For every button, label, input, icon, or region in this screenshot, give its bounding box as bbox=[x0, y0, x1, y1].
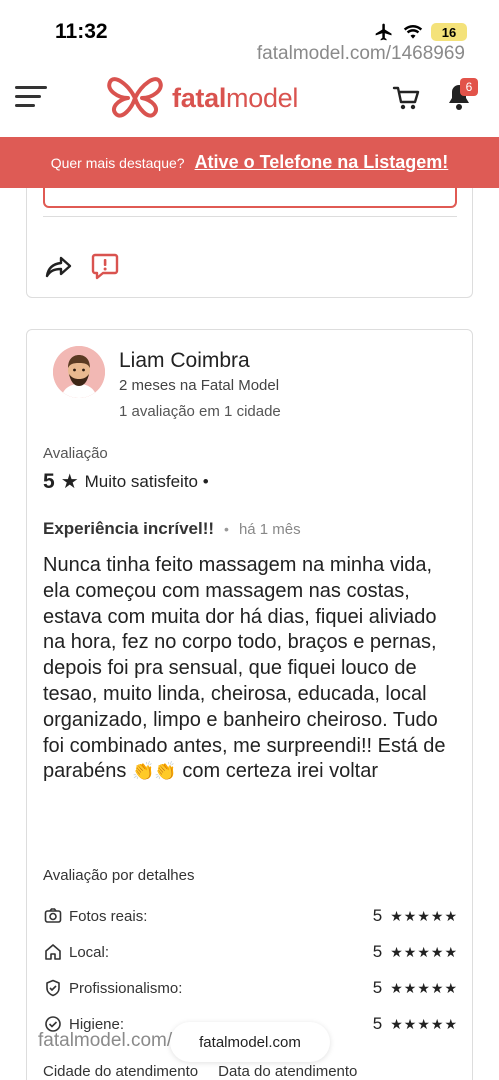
details-label: Avaliação por detalhes bbox=[43, 867, 195, 884]
cart-icon bbox=[392, 86, 420, 110]
status-bar: 11:32 16 fatalmodel.com/1468969 bbox=[0, 0, 499, 64]
review-body-text-end: com certeza irei voltar bbox=[182, 760, 378, 783]
menu-icon bbox=[15, 95, 41, 98]
browser-url-pill[interactable]: fatalmodel.com bbox=[170, 1022, 330, 1062]
detail-stars: ★★★★★ bbox=[390, 1015, 458, 1032]
fatalmodel-logo[interactable]: fatalmodel bbox=[106, 76, 298, 120]
detail-row-fotos-reais: Fotos reais: 5 ★★★★★ bbox=[43, 904, 458, 928]
promo-link[interactable]: Ative o Telefone na Listagem! bbox=[195, 152, 449, 173]
city-label: Cidade do atendimento bbox=[43, 1063, 199, 1080]
separator-dot: • bbox=[224, 521, 229, 537]
promo-text: Quer mais destaque? bbox=[50, 154, 185, 171]
wifi-icon bbox=[403, 25, 423, 39]
reviewer-review-count: 1 avaliação em 1 cidade bbox=[119, 403, 281, 420]
share-button[interactable] bbox=[45, 254, 73, 280]
review-date: há 1 mês bbox=[238, 520, 301, 538]
detail-row-profissionalismo: Profissionalismo: 5 ★★★★★ bbox=[43, 976, 458, 1000]
detail-stars: ★★★★★ bbox=[390, 907, 458, 924]
detail-score: 5 bbox=[372, 942, 383, 961]
detail-score: 5 bbox=[372, 1014, 383, 1033]
menu-button[interactable] bbox=[15, 84, 47, 110]
rating-text: Muito satisfeito • bbox=[84, 471, 209, 491]
detail-name: Profissionalismo: bbox=[69, 979, 183, 997]
previous-review-card bbox=[26, 186, 473, 298]
rating-value: 5 bbox=[43, 469, 55, 493]
detail-name: Local: bbox=[69, 943, 110, 961]
avatar[interactable] bbox=[53, 346, 105, 398]
star-icon: ★ bbox=[60, 471, 79, 493]
reviewer-name[interactable]: Liam Coimbra bbox=[119, 349, 250, 373]
clapping-hands-icon: 👏👏 bbox=[131, 761, 177, 782]
share-icon bbox=[45, 256, 72, 278]
app-header: fatalmodel bbox=[0, 62, 499, 137]
review-card: Liam Coimbra 2 meses na Fatal Model 1 av… bbox=[26, 329, 473, 1080]
shield-check-icon bbox=[43, 978, 63, 998]
review-body: Nunca tinha feito massagem na minha vida… bbox=[43, 553, 463, 785]
logo-text: fatalmodel bbox=[172, 82, 299, 113]
promo-banner: Quer mais destaque? Ative o Telefone na … bbox=[0, 137, 499, 188]
rating-label: Avaliação bbox=[43, 445, 108, 462]
detail-name: Fotos reais: bbox=[69, 907, 148, 925]
detail-stars: ★★★★★ bbox=[390, 943, 458, 960]
detail-row-local: Local: 5 ★★★★★ bbox=[43, 940, 458, 964]
status-icons: 16 bbox=[373, 22, 467, 42]
avatar-face-icon bbox=[53, 346, 105, 398]
review-title-row: Experiência incrível!! • há 1 mês bbox=[43, 519, 301, 539]
rating-summary: 5 ★ Muito satisfeito • bbox=[43, 469, 209, 494]
detail-score: 5 bbox=[372, 906, 383, 925]
reviewer-tenure: 2 meses na Fatal Model bbox=[119, 377, 280, 394]
menu-icon bbox=[15, 104, 35, 107]
detail-stars: ★★★★★ bbox=[390, 979, 458, 996]
battery-indicator: 16 bbox=[431, 23, 467, 41]
camera-check-icon bbox=[43, 906, 63, 926]
report-icon bbox=[91, 253, 119, 280]
butterfly-logo-icon bbox=[107, 77, 163, 118]
menu-icon bbox=[15, 86, 47, 89]
cart-button[interactable] bbox=[392, 84, 420, 112]
airplane-icon bbox=[375, 23, 392, 41]
status-time: 11:32 bbox=[55, 20, 108, 43]
date-label: Data do atendimento bbox=[218, 1063, 358, 1080]
home-icon bbox=[43, 942, 63, 962]
review-body-text: Nunca tinha feito massagem na minha vida… bbox=[43, 554, 446, 783]
review-title: Experiência incrível!! bbox=[43, 519, 215, 538]
notification-badge: 6 bbox=[460, 78, 478, 96]
detail-score: 5 bbox=[372, 978, 383, 997]
previous-card-outline bbox=[43, 186, 457, 208]
appointment-info-header: Cidade do atendimento Data do atendiment… bbox=[43, 1063, 357, 1080]
report-button[interactable] bbox=[91, 252, 119, 280]
divider bbox=[43, 216, 457, 217]
